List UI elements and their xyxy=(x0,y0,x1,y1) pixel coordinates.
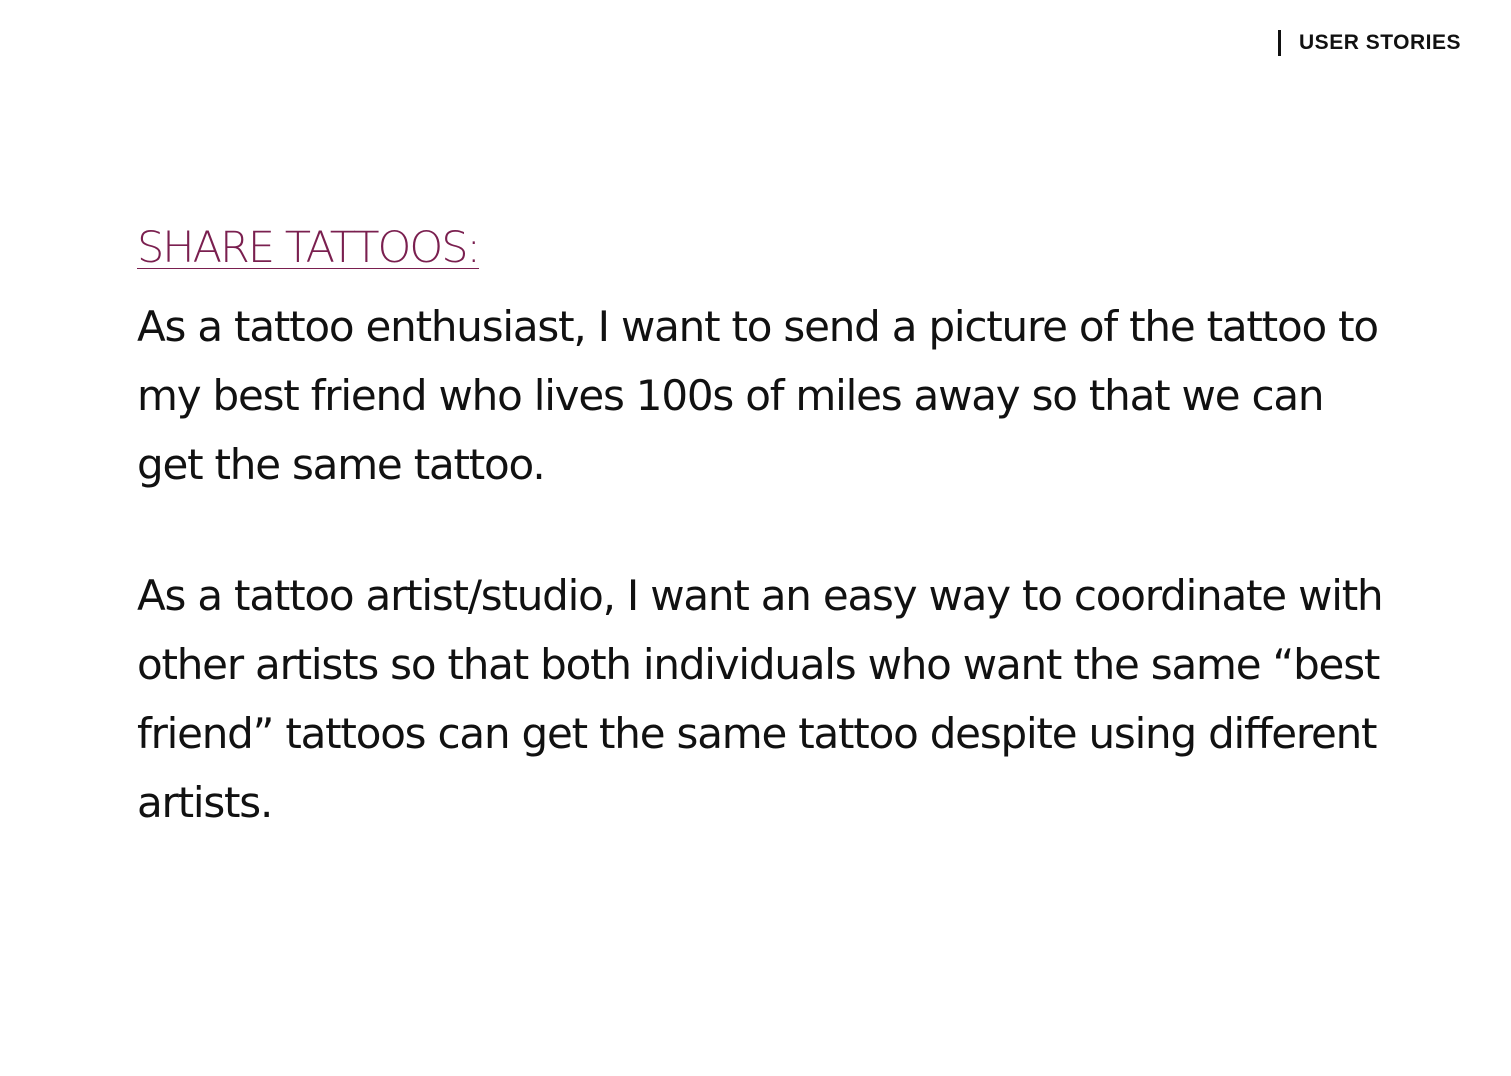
story-heading: SHARE TATTOOS: xyxy=(137,223,481,273)
story-paragraph-artist: As a tattoo artist/studio, I want an eas… xyxy=(137,571,1384,827)
header-divider xyxy=(1278,30,1282,56)
story-paragraph-enthusiast: As a tattoo enthusiast, I want to send a… xyxy=(137,302,1379,489)
slide: USER STORIES SHARE TATTOOS: As a tattoo … xyxy=(0,0,1511,1076)
section-header: USER STORIES xyxy=(1278,30,1461,56)
section-label: USER STORIES xyxy=(1299,31,1461,54)
story-content: SHARE TATTOOS: As a tattoo enthusiast, I… xyxy=(137,218,1387,837)
